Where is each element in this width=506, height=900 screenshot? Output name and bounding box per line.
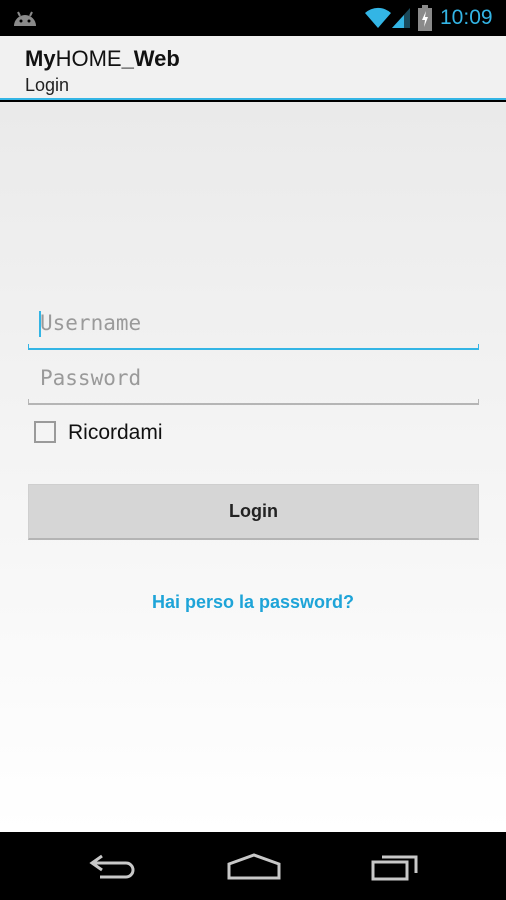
remember-checkbox[interactable] — [34, 421, 56, 443]
username-input[interactable] — [28, 304, 479, 342]
app-title: MyHOME_Web — [25, 46, 180, 72]
login-button[interactable]: Login — [28, 484, 479, 540]
app-title-part1: My — [25, 46, 56, 71]
app-title-part3: _Web — [121, 46, 180, 71]
text-cursor — [39, 311, 41, 337]
navigation-bar — [0, 832, 506, 900]
password-input[interactable] — [28, 359, 479, 397]
forgot-password-link[interactable]: Hai perso la password? — [0, 590, 506, 614]
remember-label[interactable]: Ricordami — [68, 419, 163, 447]
username-underline — [28, 344, 479, 350]
password-field[interactable] — [28, 359, 479, 405]
username-field[interactable] — [28, 304, 479, 350]
password-underline — [28, 399, 479, 405]
login-content: Ricordami Login Hai perso la password? — [0, 102, 506, 832]
recents-icon[interactable] — [370, 852, 420, 882]
status-clock: 10:09 — [440, 6, 493, 29]
signal-icon — [392, 8, 410, 28]
action-bar: MyHOME_Web Login — [0, 36, 506, 100]
status-bar: 10:09 — [0, 0, 506, 36]
android-icon — [14, 11, 36, 26]
app-title-part2: HOME — [55, 46, 122, 71]
wifi-icon — [365, 7, 391, 29]
home-icon[interactable] — [226, 852, 282, 882]
back-icon[interactable] — [88, 852, 138, 882]
battery-icon — [418, 5, 432, 31]
page-subtitle: Login — [25, 75, 70, 95]
